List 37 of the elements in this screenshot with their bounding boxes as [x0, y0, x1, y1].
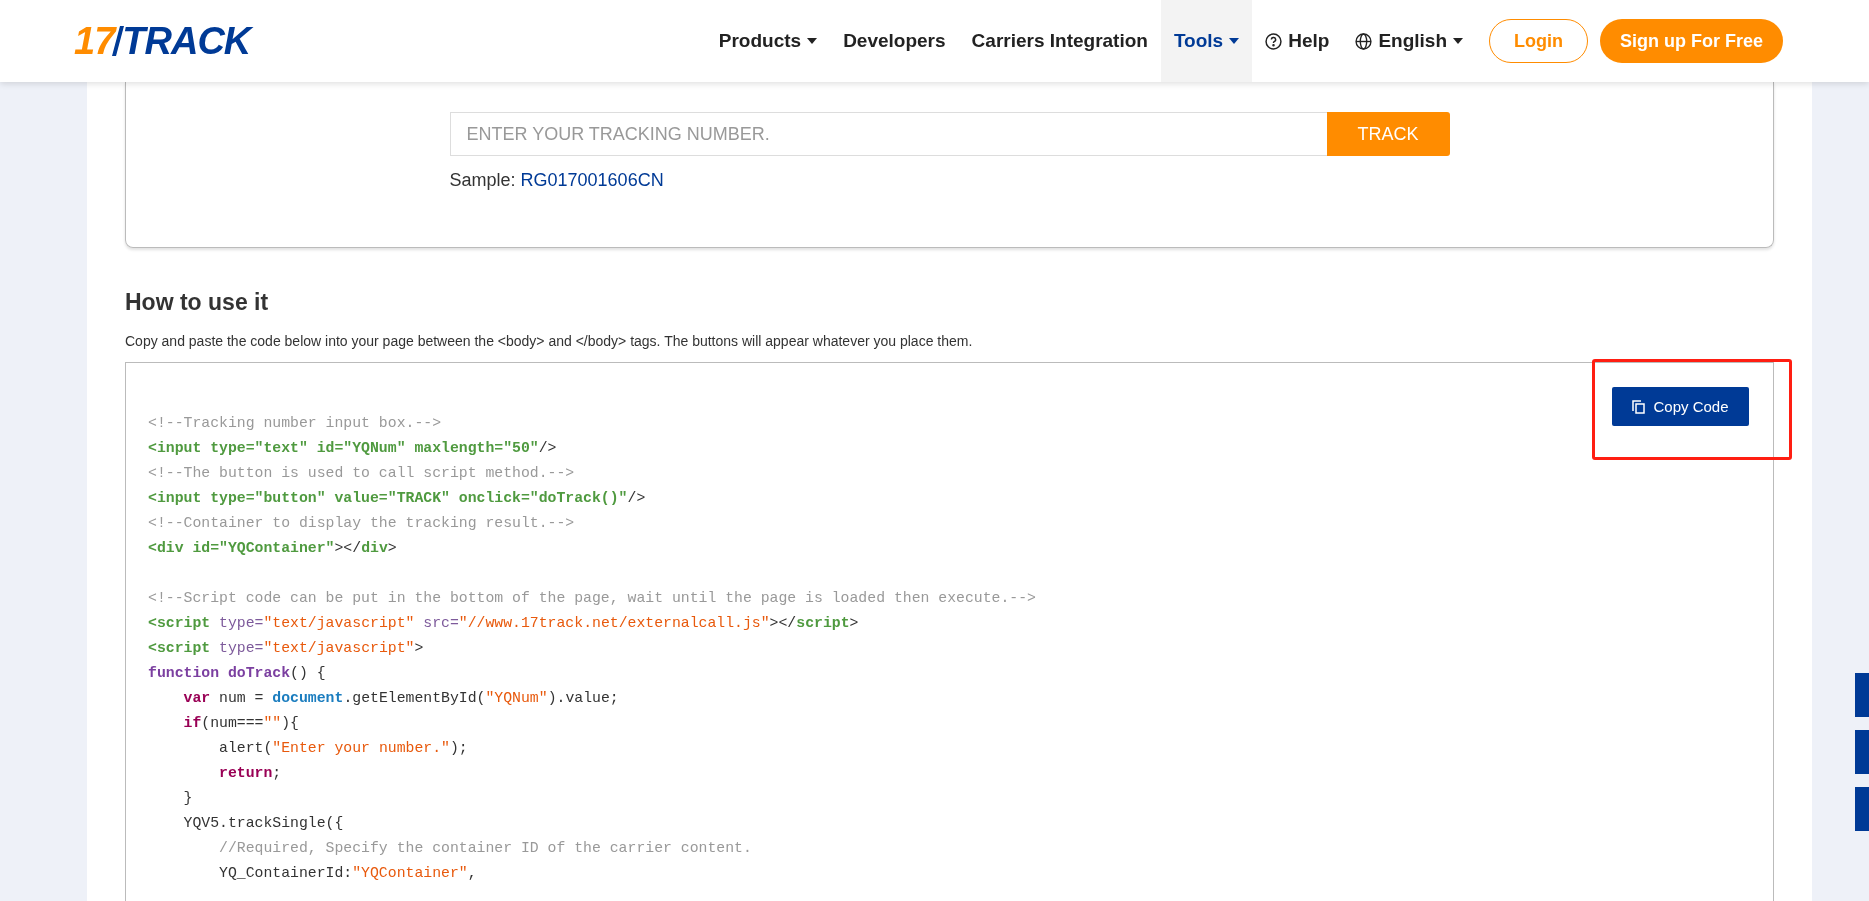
code-line: } — [182, 789, 194, 808]
side-tab[interactable] — [1855, 787, 1869, 831]
code-line: <!--The button is used to call script method.--> — [148, 464, 576, 483]
sample-link[interactable]: RG017001606CN — [520, 170, 664, 191]
code-line: <script type="text/javascript"> — [148, 639, 425, 658]
code-line: var num = document.getElementById("YQNum").value; — [182, 689, 620, 708]
code-line: function doTrack() { — [148, 664, 327, 683]
instructions-text: Copy and paste the code below into your page between the <body> and </body> tags. The buttons will appear whatever you place them. — [125, 332, 974, 350]
copy-icon — [1632, 399, 1646, 414]
code-line: <!--Container to display the tracking result.--> — [148, 514, 576, 533]
side-tab[interactable] — [1855, 673, 1869, 717]
code-line: <!--Tracking number input box.--> — [148, 414, 443, 433]
code-line: YQ_ContainerId:"YQContainer", — [218, 864, 478, 883]
code-line: //Required, Specify the container ID of the carrier content. — [218, 839, 753, 858]
nav-link[interactable]: Help — [1252, 0, 1343, 82]
nav-link[interactable]: English — [1342, 0, 1476, 82]
logo[interactable]: 17 TRACK — [74, 19, 251, 63]
section-heading: How to use it — [125, 288, 270, 316]
sample-label: Sample: — [449, 170, 516, 191]
code-line: <script type="text/javascript" src="//www.17track.net/externalcall.js"></script> — [148, 614, 860, 633]
help-icon — [1265, 32, 1283, 50]
code-line: if(num===""){ — [182, 714, 300, 733]
code-line: <input type="button" value="TRACK" onclick="doTrack()"/> — [148, 489, 647, 508]
nav-link[interactable]: Carriers Integration — [958, 0, 1161, 82]
side-tab[interactable] — [1855, 730, 1869, 774]
globe-icon — [1355, 32, 1373, 50]
copy-code-button[interactable]: Copy Code — [1612, 387, 1749, 426]
code-line: <!--Script code can be put in the bottom of the page, wait until the page is loaded then execute.--> — [148, 589, 1037, 608]
code-line: <div id="YQContainer"></div> — [148, 539, 398, 558]
nav-link[interactable]: Developers — [830, 0, 959, 82]
code-line: return; — [218, 764, 283, 783]
code-line: alert("Enter your number."); — [218, 739, 469, 758]
nav-link[interactable]: Products — [705, 0, 831, 82]
code-line: YQV5.trackSingle({ — [182, 814, 345, 833]
nav-link[interactable]: Tools — [1160, 0, 1253, 82]
code-line: <input type="text" id="YQNum" maxlength="50"/> — [148, 439, 558, 458]
tracking-number-field[interactable]: ENTER YOUR TRACKING NUMBER. — [449, 112, 1327, 156]
